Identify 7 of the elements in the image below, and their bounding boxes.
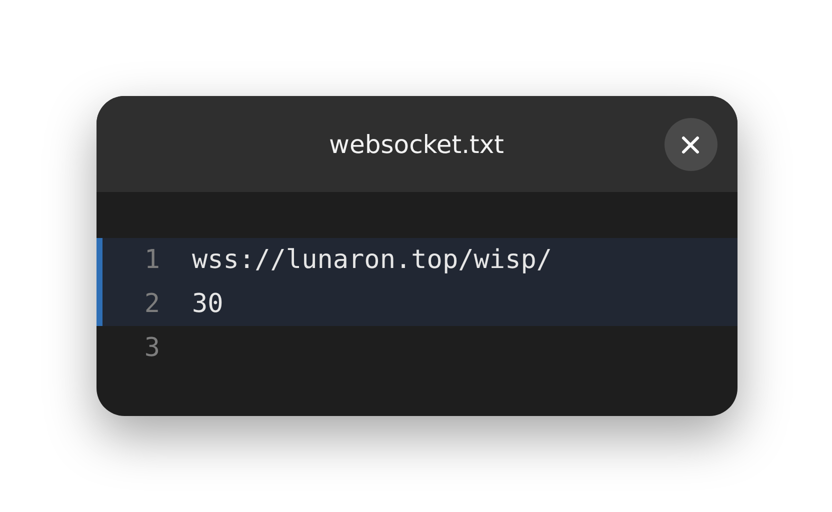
close-icon — [680, 134, 700, 154]
line-number: 3 — [143, 333, 160, 363]
line-number: 2 — [143, 289, 160, 319]
code-text: 30 — [192, 289, 224, 319]
line-number: 1 — [143, 245, 160, 275]
window-title: websocket.txt — [329, 130, 504, 158]
code-text: wss://lunaron.top/wisp/ — [192, 245, 552, 275]
